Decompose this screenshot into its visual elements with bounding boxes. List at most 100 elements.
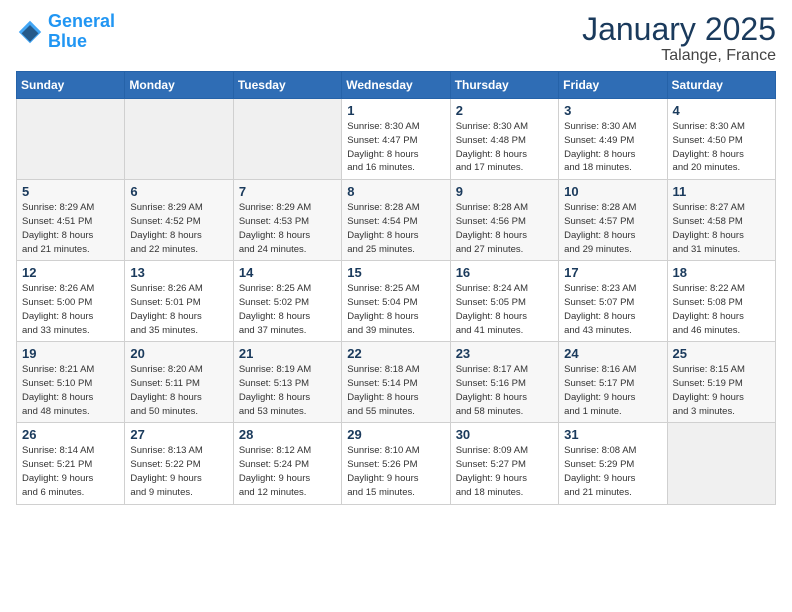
day-number: 18 [673,265,770,280]
day-info: Sunrise: 8:20 AM Sunset: 5:11 PM Dayligh… [130,363,227,418]
day-info: Sunrise: 8:13 AM Sunset: 5:22 PM Dayligh… [130,444,227,499]
day-number: 4 [673,103,770,118]
title-block: January 2025 Talange, France [582,12,776,65]
day-info: Sunrise: 8:28 AM Sunset: 4:57 PM Dayligh… [564,201,661,256]
day-number: 25 [673,346,770,361]
logo-text: General Blue [48,12,115,52]
calendar-cell: 4Sunrise: 8:30 AM Sunset: 4:50 PM Daylig… [667,99,775,180]
calendar-week-row: 5 Sunrise: 8:29 AM Sunset: 4:51 PM Daylig… [17,180,776,261]
day-info: Sunrise: 8:19 AM Sunset: 5:13 PM Dayligh… [239,363,336,418]
day-info: Sunrise: 8:22 AM Sunset: 5:08 PM Dayligh… [673,282,770,337]
calendar-cell: 10 Sunrise: 8:28 AM Sunset: 4:57 PM Dayli… [559,180,667,261]
calendar-cell: 2Sunrise: 8:30 AM Sunset: 4:48 PM Daylig… [450,99,558,180]
day-info: Sunrise: 8:21 AM Sunset: 5:10 PM Dayligh… [22,363,119,418]
day-number: 22 [347,346,444,361]
calendar-title: January 2025 [582,12,776,47]
day-info: Sunrise: 8:25 AM Sunset: 5:04 PM Dayligh… [347,282,444,337]
day-header-tuesday: Tuesday [233,72,341,99]
day-number: 29 [347,427,444,442]
day-header-monday: Monday [125,72,233,99]
day-number: 16 [456,265,553,280]
calendar-cell: 9 Sunrise: 8:28 AM Sunset: 4:56 PM Daylig… [450,180,558,261]
day-number: 26 [22,427,119,442]
day-number: 19 [22,346,119,361]
calendar-cell: 23Sunrise: 8:17 AM Sunset: 5:16 PM Dayli… [450,342,558,423]
day-number: 28 [239,427,336,442]
day-number: 20 [130,346,227,361]
calendar-cell: 25 Sunrise: 8:15 AM Sunset: 5:19 PM Dayli… [667,342,775,423]
calendar-cell: 19 Sunrise: 8:21 AM Sunset: 5:10 PM Dayli… [17,342,125,423]
calendar-cell: 28 Sunrise: 8:12 AM Sunset: 5:24 PM Dayli… [233,423,341,504]
logo-general: General [48,11,115,31]
day-info: Sunrise: 8:24 AM Sunset: 5:05 PM Dayligh… [456,282,553,337]
calendar-cell: 12 Sunrise: 8:26 AM Sunset: 5:00 PM Dayli… [17,261,125,342]
day-info: Sunrise: 8:30 AM Sunset: 4:49 PM Dayligh… [564,120,661,175]
calendar-cell: 20 Sunrise: 8:20 AM Sunset: 5:11 PM Dayli… [125,342,233,423]
day-info: Sunrise: 8:16 AM Sunset: 5:17 PM Dayligh… [564,363,661,418]
day-number: 10 [564,184,661,199]
calendar-cell: 16 Sunrise: 8:24 AM Sunset: 5:05 PM Dayli… [450,261,558,342]
day-number: 13 [130,265,227,280]
calendar-cell: 1Sunrise: 8:30 AM Sunset: 4:47 PM Daylig… [342,99,450,180]
calendar-table: SundayMondayTuesdayWednesdayThursdayFrid… [16,71,776,504]
day-info: Sunrise: 8:28 AM Sunset: 4:56 PM Dayligh… [456,201,553,256]
day-info: Sunrise: 8:29 AM Sunset: 4:53 PM Dayligh… [239,201,336,256]
calendar-cell: 26 Sunrise: 8:14 AM Sunset: 5:21 PM Dayli… [17,423,125,504]
day-info: Sunrise: 8:26 AM Sunset: 5:00 PM Dayligh… [22,282,119,337]
calendar-cell: 21 Sunrise: 8:19 AM Sunset: 5:13 PM Dayli… [233,342,341,423]
day-number: 30 [456,427,553,442]
day-number: 12 [22,265,119,280]
day-number: 7 [239,184,336,199]
calendar-cell [667,423,775,504]
logo-blue: Blue [48,31,87,51]
logo: General Blue [16,12,115,52]
calendar-cell: 8Sunrise: 8:28 AM Sunset: 4:54 PM Daylig… [342,180,450,261]
day-number: 2 [456,103,553,118]
calendar-week-row: 12 Sunrise: 8:26 AM Sunset: 5:00 PM Dayli… [17,261,776,342]
calendar-cell: 17 Sunrise: 8:23 AM Sunset: 5:07 PM Dayli… [559,261,667,342]
day-info: Sunrise: 8:29 AM Sunset: 4:51 PM Dayligh… [22,201,119,256]
calendar-cell: 22 Sunrise: 8:18 AM Sunset: 5:14 PM Dayli… [342,342,450,423]
day-number: 11 [673,184,770,199]
day-info: Sunrise: 8:09 AM Sunset: 5:27 PM Dayligh… [456,444,553,499]
calendar-cell: 6 Sunrise: 8:29 AM Sunset: 4:52 PM Daylig… [125,180,233,261]
calendar-cell: 7 Sunrise: 8:29 AM Sunset: 4:53 PM Daylig… [233,180,341,261]
day-info: Sunrise: 8:23 AM Sunset: 5:07 PM Dayligh… [564,282,661,337]
calendar-header-row: SundayMondayTuesdayWednesdayThursdayFrid… [17,72,776,99]
day-info: Sunrise: 8:17 AM Sunset: 5:16 PM Dayligh… [456,363,553,418]
calendar-week-row: 26 Sunrise: 8:14 AM Sunset: 5:21 PM Dayli… [17,423,776,504]
calendar-subtitle: Talange, France [582,47,776,65]
day-header-sunday: Sunday [17,72,125,99]
day-number: 9 [456,184,553,199]
day-number: 5 [22,184,119,199]
day-info: Sunrise: 8:18 AM Sunset: 5:14 PM Dayligh… [347,363,444,418]
day-number: 6 [130,184,227,199]
calendar-cell: 27Sunrise: 8:13 AM Sunset: 5:22 PM Dayli… [125,423,233,504]
calendar-cell [233,99,341,180]
day-header-thursday: Thursday [450,72,558,99]
day-info: Sunrise: 8:12 AM Sunset: 5:24 PM Dayligh… [239,444,336,499]
calendar-cell: 24Sunrise: 8:16 AM Sunset: 5:17 PM Dayli… [559,342,667,423]
calendar-cell [17,99,125,180]
day-number: 8 [347,184,444,199]
logo-icon [16,18,44,46]
calendar-cell: 13 Sunrise: 8:26 AM Sunset: 5:01 PM Dayli… [125,261,233,342]
day-info: Sunrise: 8:08 AM Sunset: 5:29 PM Dayligh… [564,444,661,499]
day-header-friday: Friday [559,72,667,99]
calendar-cell: 18 Sunrise: 8:22 AM Sunset: 5:08 PM Dayli… [667,261,775,342]
day-info: Sunrise: 8:29 AM Sunset: 4:52 PM Dayligh… [130,201,227,256]
day-header-wednesday: Wednesday [342,72,450,99]
day-header-saturday: Saturday [667,72,775,99]
calendar-cell: 14Sunrise: 8:25 AM Sunset: 5:02 PM Dayli… [233,261,341,342]
day-number: 15 [347,265,444,280]
calendar-cell: 11 Sunrise: 8:27 AM Sunset: 4:58 PM Dayli… [667,180,775,261]
day-info: Sunrise: 8:26 AM Sunset: 5:01 PM Dayligh… [130,282,227,337]
day-info: Sunrise: 8:14 AM Sunset: 5:21 PM Dayligh… [22,444,119,499]
day-number: 14 [239,265,336,280]
day-number: 17 [564,265,661,280]
day-info: Sunrise: 8:27 AM Sunset: 4:58 PM Dayligh… [673,201,770,256]
day-info: Sunrise: 8:15 AM Sunset: 5:19 PM Dayligh… [673,363,770,418]
day-info: Sunrise: 8:30 AM Sunset: 4:47 PM Dayligh… [347,120,444,175]
day-info: Sunrise: 8:10 AM Sunset: 5:26 PM Dayligh… [347,444,444,499]
day-number: 21 [239,346,336,361]
